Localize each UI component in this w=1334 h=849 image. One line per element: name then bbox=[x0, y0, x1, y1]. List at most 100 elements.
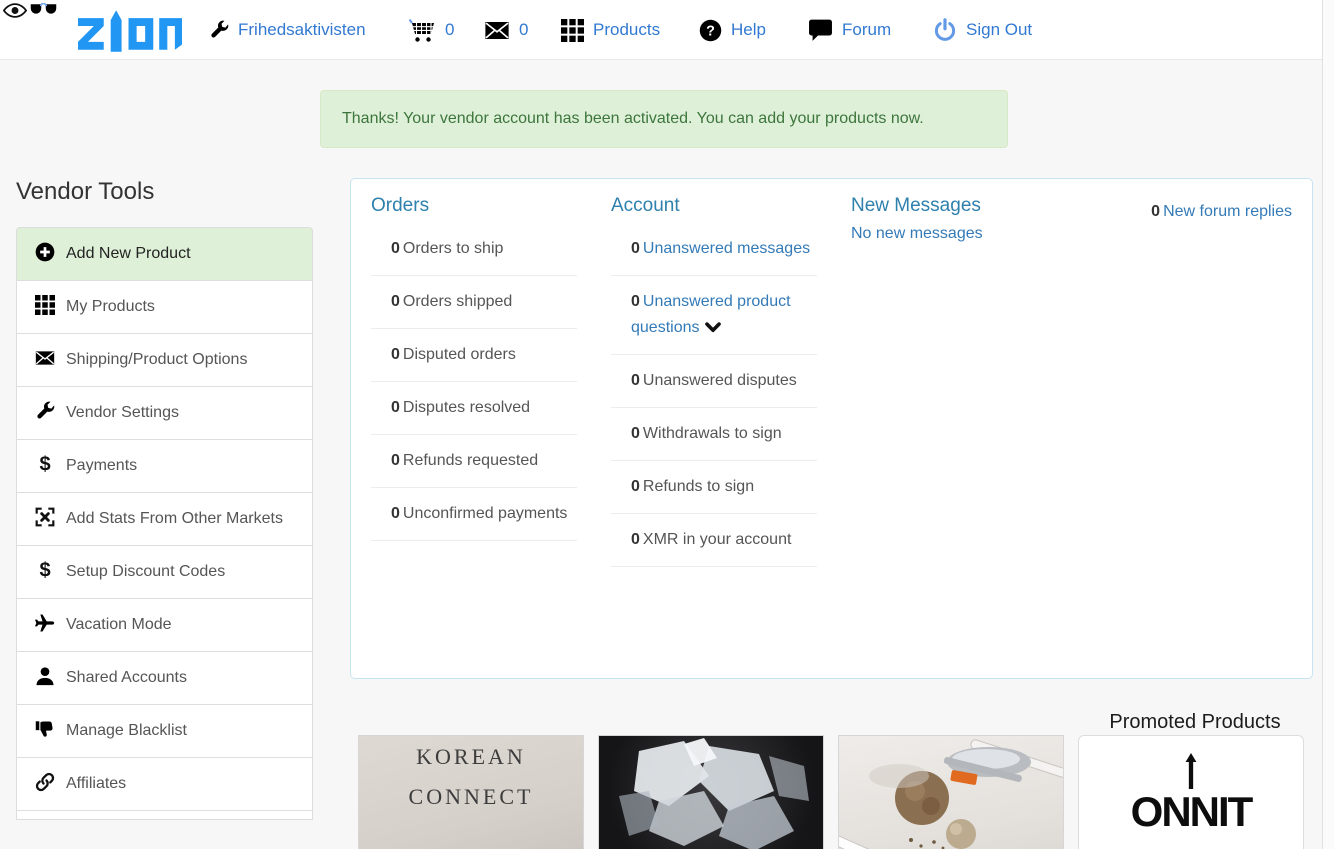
grid-icon bbox=[35, 295, 55, 315]
product-image-text: CONNECT bbox=[408, 784, 534, 809]
stat-disputed-orders[interactable]: 0 Disputed orders bbox=[371, 329, 577, 382]
stat-xmr-in-account[interactable]: 0 XMR in your account bbox=[611, 514, 817, 567]
plus-circle-icon bbox=[35, 242, 55, 262]
cart-icon bbox=[408, 17, 436, 43]
sidebar-item-label: Manage Blacklist bbox=[66, 722, 187, 739]
stat-disputes-resolved[interactable]: 0 Disputes resolved bbox=[371, 382, 577, 435]
sidebar-item-add-new-product[interactable]: Add New Product bbox=[16, 227, 313, 281]
nav-products-label: Products bbox=[593, 20, 661, 39]
nav-forum-label: Forum bbox=[842, 20, 892, 39]
sidebar-item-vacation-mode[interactable]: Vacation Mode bbox=[16, 598, 313, 652]
sidebar-item-label: Shipping/Product Options bbox=[66, 351, 248, 368]
expand-arrows-icon bbox=[35, 507, 55, 527]
product-image-text: KOREAN bbox=[416, 744, 526, 769]
sidebar-item-label: Add Stats From Other Markets bbox=[66, 510, 283, 527]
help-icon bbox=[699, 19, 722, 42]
nav-cart[interactable]: 0 bbox=[408, 0, 454, 60]
promoted-product-spoon-syringes[interactable] bbox=[838, 735, 1064, 849]
sidebar-item-label: Payments bbox=[66, 457, 138, 474]
envelope-icon bbox=[35, 350, 55, 366]
link-icon bbox=[35, 772, 55, 792]
promoted-product-sh33p[interactable]: SH33P bbox=[598, 735, 824, 849]
alert-text: Thanks! Your vendor account has been act… bbox=[342, 110, 924, 127]
account-column: Account 0 Unanswered messages 0 Unanswered… bbox=[611, 195, 817, 567]
stat-unanswered-product-questions[interactable]: 0 Unanswered product questions bbox=[611, 276, 817, 355]
top-navbar: Frihedsaktivisten 0 0 Products Help Foru… bbox=[0, 0, 1334, 60]
promoted-products-title: Promoted Products bbox=[1109, 711, 1281, 733]
sidebar-item-label: Shared Accounts bbox=[66, 669, 187, 686]
sidebar-item-my-products[interactable]: My Products bbox=[16, 280, 313, 334]
stat-orders-shipped[interactable]: 0 Orders shipped bbox=[371, 276, 577, 329]
grid-icon bbox=[561, 19, 584, 42]
stat-refunds-requested[interactable]: 0 Refunds requested bbox=[371, 435, 577, 488]
stat-refunds-to-sign[interactable]: 0 Refunds to sign bbox=[611, 461, 817, 514]
sunglasses-icon[interactable] bbox=[30, 3, 57, 16]
orders-title: Orders bbox=[371, 195, 430, 216]
dollar-icon bbox=[35, 560, 55, 580]
sidebar-item-vendor-settings[interactable]: Vendor Settings bbox=[16, 386, 313, 440]
promoted-product-onnit[interactable]: ONNIT bbox=[1078, 735, 1304, 849]
stat-withdrawals-to-sign[interactable]: 0 Withdrawals to sign bbox=[611, 408, 817, 461]
dollar-icon bbox=[35, 454, 55, 474]
stat-unanswered-disputes[interactable]: 0 Unanswered disputes bbox=[611, 355, 817, 408]
forum-icon bbox=[808, 19, 833, 42]
nav-help[interactable]: Help bbox=[699, 0, 766, 60]
power-icon bbox=[933, 18, 957, 42]
nav-messages[interactable]: 0 bbox=[484, 0, 528, 60]
sidebar-item-label: Setup Discount Codes bbox=[66, 563, 226, 580]
nav-help-label: Help bbox=[731, 20, 766, 39]
orders-column: Orders 0 Orders to ship 0 Orders shipped 0… bbox=[371, 195, 577, 541]
zion-logo[interactable] bbox=[78, 8, 183, 57]
nav-products[interactable]: Products bbox=[561, 0, 660, 60]
envelope-icon bbox=[484, 21, 510, 40]
promoted-products-row: KOREAN CONNECT SH33P bbox=[358, 735, 1304, 849]
plane-icon bbox=[35, 613, 55, 633]
sidebar-item-affiliates[interactable]: Affiliates bbox=[16, 757, 313, 811]
sidebar-item-label: Vacation Mode bbox=[66, 616, 172, 633]
nav-vendor-profile-label: Frihedsaktivisten bbox=[238, 20, 366, 39]
stat-unconfirmed-payments[interactable]: 0 Unconfirmed payments bbox=[371, 488, 577, 541]
sidebar-title: Vendor Tools bbox=[16, 178, 155, 205]
sidebar-item-payments[interactable]: Payments bbox=[16, 439, 313, 493]
sidebar-item-manage-blacklist[interactable]: Manage Blacklist bbox=[16, 704, 313, 758]
spoon-artwork bbox=[839, 739, 1063, 849]
arrow-up-icon bbox=[1182, 752, 1200, 790]
messages-count: 0 bbox=[519, 20, 529, 39]
nav-vendor-profile[interactable]: Frihedsaktivisten bbox=[209, 0, 366, 60]
sidebar-item-shipping-product-options[interactable]: Shipping/Product Options bbox=[16, 333, 313, 387]
nav-forum[interactable]: Forum bbox=[808, 0, 891, 60]
sidebar-item-label: Affiliates bbox=[66, 775, 127, 792]
dashboard-summary-panel: Orders 0 Orders to ship 0 Orders shipped 0… bbox=[350, 178, 1313, 679]
new-messages-column: New Messages No new messages bbox=[851, 195, 1151, 243]
crystal-artwork bbox=[619, 738, 809, 849]
thumbs-down-icon bbox=[35, 719, 55, 739]
cart-count: 0 bbox=[445, 20, 455, 39]
eye-icon[interactable] bbox=[3, 2, 27, 19]
user-icon bbox=[35, 666, 55, 686]
sidebar-item-label: My Products bbox=[66, 298, 155, 315]
product-logo-text: ONNIT bbox=[1130, 788, 1254, 835]
chevron-down-icon[interactable] bbox=[705, 322, 721, 333]
page-scrollbar[interactable] bbox=[1322, 0, 1334, 849]
no-new-messages-text[interactable]: No new messages bbox=[851, 225, 1151, 243]
wrench-icon bbox=[209, 20, 229, 40]
nav-sign-out[interactable]: Sign Out bbox=[933, 0, 1032, 60]
sidebar-item-setup-discount-codes[interactable]: Setup Discount Codes bbox=[16, 545, 313, 599]
stat-orders-to-ship[interactable]: 0 Orders to ship bbox=[371, 223, 577, 276]
sidebar-item-partial[interactable] bbox=[16, 810, 313, 820]
wrench-icon bbox=[35, 401, 55, 421]
promoted-product-korean-connect[interactable]: KOREAN CONNECT bbox=[358, 735, 584, 849]
vendor-dashboard-page: Frihedsaktivisten 0 0 Products Help Foru… bbox=[0, 0, 1334, 849]
vendor-activated-alert: Thanks! Your vendor account has been act… bbox=[320, 90, 1008, 148]
sidebar-item-shared-accounts[interactable]: Shared Accounts bbox=[16, 651, 313, 705]
sidebar-item-label: Vendor Settings bbox=[66, 404, 179, 421]
vendor-tools-sidebar: Vendor Tools Add New Product My Products… bbox=[16, 178, 313, 820]
account-title: Account bbox=[611, 195, 680, 216]
new-forum-replies-link[interactable]: 0 New forum replies bbox=[1151, 203, 1292, 221]
nav-sign-out-label: Sign Out bbox=[966, 20, 1033, 39]
stat-unanswered-messages[interactable]: 0 Unanswered messages bbox=[611, 223, 817, 276]
onnit-logo: ONNIT bbox=[1079, 788, 1303, 836]
sidebar-item-add-stats-other-markets[interactable]: Add Stats From Other Markets bbox=[16, 492, 313, 546]
new-messages-title: New Messages bbox=[851, 195, 981, 216]
sidebar-item-label: Add New Product bbox=[66, 245, 191, 262]
